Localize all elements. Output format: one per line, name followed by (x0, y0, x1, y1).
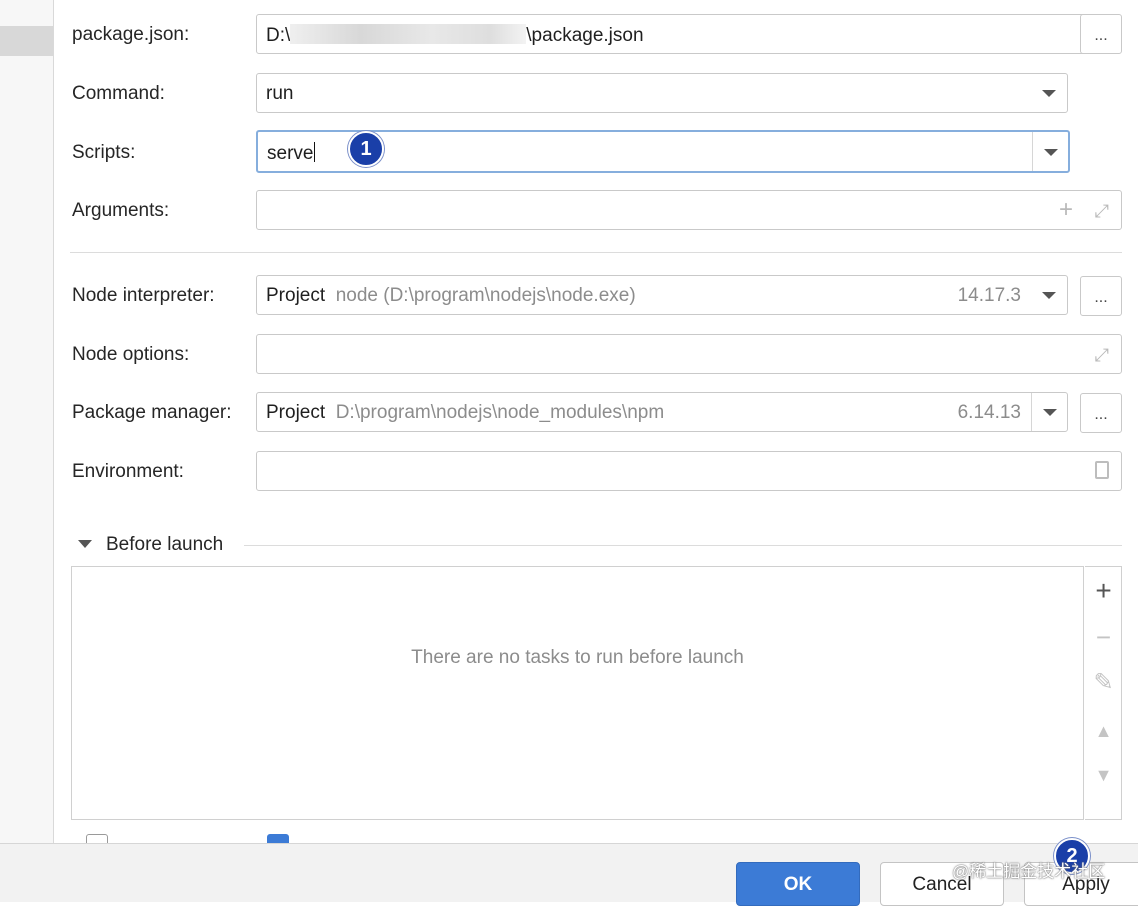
node-interpreter-label: Node interpreter: (72, 285, 215, 306)
step-1-badge: 1 (348, 131, 384, 167)
remove-task-icon[interactable]: − (1085, 624, 1122, 650)
scripts-label: Scripts: (72, 142, 136, 163)
node-options-label: Node options: (72, 344, 190, 365)
package-manager-path: D:\program\nodejs\node_modules\npm (335, 402, 665, 423)
package-manager-label: Package manager: (72, 402, 232, 423)
edit-task-icon[interactable]: ✎ (1085, 671, 1122, 695)
package-manager-combobox[interactable]: Project D:\program\nodejs\node_modules\n… (256, 392, 1068, 432)
node-interpreter-path: node (D:\program\nodejs\node.exe) (335, 285, 636, 306)
npm-version: 6.14.13 (957, 402, 1021, 423)
add-task-icon[interactable]: + (1085, 577, 1122, 605)
before-launch-title: Before launch (106, 534, 224, 555)
package-manager-scope: Project (266, 402, 326, 423)
config-list-selected-item[interactable] (0, 26, 53, 56)
package-json-prefix: D:\ (266, 25, 291, 46)
node-interpreter-combobox[interactable]: Project node (D:\program\nodejs\node.exe… (256, 275, 1068, 315)
section-divider (70, 252, 1122, 253)
package-manager-browse-button[interactable]: ... (1080, 393, 1122, 433)
node-interpreter-scope: Project (266, 285, 326, 306)
expand-icon[interactable]: ⤢ (1095, 345, 1109, 365)
arguments-label: Arguments: (72, 200, 170, 221)
move-down-icon[interactable]: ▼ (1085, 763, 1122, 787)
command-combobox[interactable]: run (256, 73, 1068, 113)
task-toolbar: + − ✎ ▲ ▼ (1085, 566, 1122, 820)
chevron-down-icon (1043, 148, 1058, 156)
package-json-label: package.json: (72, 24, 190, 45)
document-icon[interactable] (1095, 461, 1109, 479)
command-value: run (266, 83, 294, 104)
node-version: 14.17.3 (957, 285, 1021, 306)
watermark-text: @稀土掘金技术社区 (952, 862, 1106, 881)
package-json-suffix: \package.json (526, 25, 644, 46)
command-dropdown-button[interactable] (1031, 74, 1067, 112)
scripts-dropdown-button[interactable] (1032, 132, 1068, 171)
environment-label: Environment: (72, 461, 184, 482)
before-launch-toggle[interactable]: Before launch (78, 534, 223, 556)
environment-input[interactable] (256, 451, 1122, 491)
plus-icon[interactable]: + (1059, 198, 1073, 222)
package-manager-dropdown-button[interactable] (1031, 393, 1067, 431)
expand-icon[interactable]: ⤢ (1095, 201, 1109, 221)
package-json-browse-button[interactable]: ... (1080, 14, 1122, 54)
chevron-down-icon (1042, 409, 1057, 416)
command-label: Command: (72, 83, 165, 104)
node-options-input[interactable]: ⤢ (256, 334, 1122, 374)
arguments-input[interactable]: + ⤢ (256, 190, 1122, 230)
node-interpreter-browse-button[interactable]: ... (1080, 276, 1122, 316)
redacted-path (290, 24, 527, 44)
config-list-panel (0, 0, 54, 843)
ok-button[interactable]: OK (736, 862, 860, 906)
chevron-down-icon (1042, 292, 1056, 299)
move-up-icon[interactable]: ▲ (1085, 719, 1122, 743)
package-json-combobox[interactable]: D:\ \package.json (256, 14, 1120, 54)
before-launch-task-list[interactable]: There are no tasks to run before launch (71, 566, 1084, 820)
before-launch-divider (244, 545, 1122, 546)
collapse-triangle-icon (78, 540, 92, 548)
text-cursor (314, 142, 316, 162)
node-interpreter-dropdown-button[interactable] (1031, 276, 1067, 314)
empty-tasks-message: There are no tasks to run before launch (411, 647, 744, 668)
scripts-value: serve (267, 143, 314, 164)
run-configuration-form: package.json: D:\ \package.json ... Comma… (54, 0, 1138, 844)
chevron-down-icon (1042, 90, 1056, 97)
